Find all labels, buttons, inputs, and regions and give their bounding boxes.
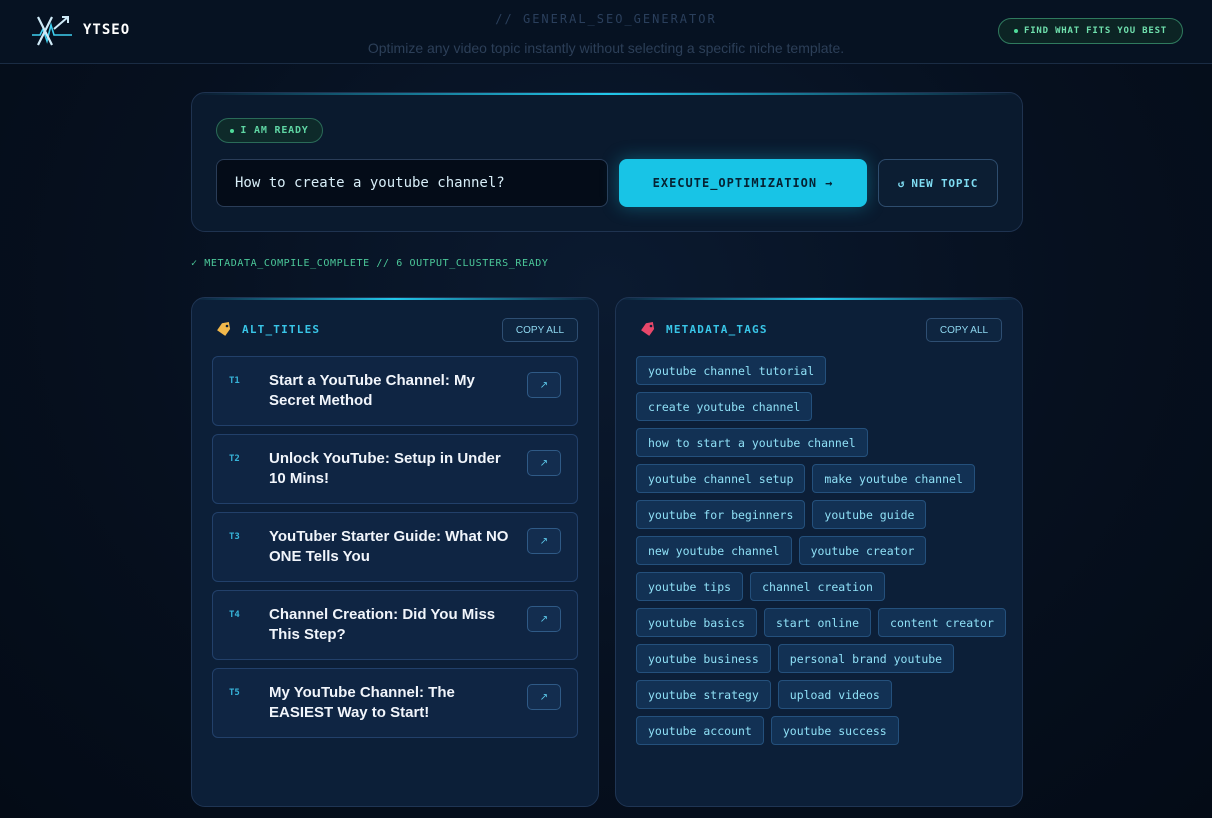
metadata-tags-title: METADATA_TAGS — [666, 322, 768, 336]
tag-chip[interactable]: start online — [763, 608, 872, 637]
title-text: YouTuber Starter Guide: What NO ONE Tell… — [269, 528, 509, 565]
tag-chip[interactable]: create youtube channel — [636, 392, 813, 421]
open-title-button[interactable]: ↗ — [527, 528, 561, 554]
tag-list: youtube channel tutorial create youtube … — [636, 356, 1006, 745]
title-item: T4 Channel Creation: Did You Miss This S… — [212, 590, 578, 660]
tag-chip[interactable]: personal brand youtube — [777, 644, 955, 673]
ready-dot-icon — [230, 128, 235, 133]
copy-all-titles-button[interactable]: COPY ALL — [502, 318, 578, 342]
open-title-button[interactable]: ↗ — [527, 684, 561, 710]
ready-badge: I AM READY — [216, 118, 323, 143]
title-index: T4 — [229, 610, 240, 620]
refresh-icon: ↺ — [897, 176, 906, 190]
tag-icon — [217, 322, 231, 336]
title-index: T2 — [229, 454, 240, 464]
tag-chip[interactable]: upload videos — [777, 680, 892, 709]
alt-titles-title: ALT_TITLES — [242, 322, 321, 336]
tag-chip[interactable]: youtube channel setup — [636, 464, 806, 493]
tag-chip[interactable]: youtube success — [770, 716, 899, 745]
title-index: T5 — [229, 688, 240, 698]
title-item: T5 My YouTube Channel: The EASIEST Way t… — [212, 668, 578, 738]
metadata-tags-panel: METADATA_TAGS COPY ALL youtube channel t… — [615, 297, 1023, 807]
panel-glow-line — [616, 298, 1022, 300]
open-title-button[interactable]: ↗ — [527, 450, 561, 476]
external-arrow-icon: ↗ — [539, 535, 549, 547]
external-arrow-icon: ↗ — [539, 613, 549, 625]
open-title-button[interactable]: ↗ — [527, 372, 561, 398]
title-text: Channel Creation: Did You Miss This Step… — [269, 606, 496, 643]
label-icon — [641, 322, 655, 336]
panel-glow-line — [192, 298, 598, 300]
compile-status: ✓ METADATA_COMPILE_COMPLETE // 6 OUTPUT_… — [191, 258, 549, 269]
topic-input-card: I AM READY EXECUTE_OPTIMIZATION → ↺ NEW … — [191, 92, 1023, 232]
card-glow-line — [192, 93, 1022, 95]
tag-chip[interactable]: youtube strategy — [636, 680, 771, 709]
tag-chip[interactable]: content creator — [878, 608, 1006, 637]
app-header: YTSEO // GENERAL_SEO_GENERATOR Optimize … — [0, 0, 1212, 64]
find-fit-label: FIND WHAT FITS YOU BEST — [1023, 26, 1168, 36]
alt-titles-header: ALT_TITLES — [216, 321, 320, 337]
title-item: T2 Unlock YouTube: Setup in Under 10 Min… — [212, 434, 578, 504]
title-text: Unlock YouTube: Setup in Under 10 Mins! — [269, 450, 501, 487]
copy-all-tags-button[interactable]: COPY ALL — [926, 318, 1002, 342]
tag-chip[interactable]: youtube channel tutorial — [636, 356, 827, 385]
tag-chip[interactable]: youtube business — [636, 644, 771, 673]
metadata-tags-header: METADATA_TAGS — [640, 321, 768, 337]
tag-chip[interactable]: youtube creator — [798, 536, 927, 565]
external-arrow-icon: ↗ — [539, 691, 549, 703]
ready-badge-label: I AM READY — [240, 125, 309, 136]
title-text: My YouTube Channel: The EASIEST Way to S… — [269, 684, 455, 721]
arrow-right-icon: → — [825, 176, 834, 190]
tag-chip[interactable]: new youtube channel — [636, 536, 792, 565]
tag-chip[interactable]: youtube basics — [636, 608, 757, 637]
title-index: T1 — [229, 376, 240, 386]
title-index: T3 — [229, 532, 240, 542]
title-item: T1 Start a YouTube Channel: My Secret Me… — [212, 356, 578, 426]
title-text: Start a YouTube Channel: My Secret Metho… — [269, 372, 475, 409]
find-fit-button[interactable]: FIND WHAT FITS YOU BEST — [998, 18, 1183, 44]
alt-titles-list: T1 Start a YouTube Channel: My Secret Me… — [212, 356, 578, 746]
status-dot-icon — [1013, 29, 1018, 33]
title-item: T3 YouTuber Starter Guide: What NO ONE T… — [212, 512, 578, 582]
topic-input[interactable] — [216, 159, 608, 207]
new-topic-label: NEW TOPIC — [911, 176, 979, 190]
tag-chip[interactable]: make youtube channel — [812, 464, 975, 493]
alt-titles-panel: ALT_TITLES COPY ALL T1 Start a YouTube C… — [191, 297, 599, 807]
execute-label: EXECUTE_OPTIMIZATION — [652, 176, 818, 190]
tag-chip[interactable]: youtube for beginners — [636, 500, 806, 529]
tag-chip[interactable]: channel creation — [750, 572, 885, 601]
tag-chip[interactable]: youtube guide — [812, 500, 927, 529]
open-title-button[interactable]: ↗ — [527, 606, 561, 632]
tag-chip[interactable]: how to start a youtube channel — [636, 428, 868, 457]
external-arrow-icon: ↗ — [539, 457, 549, 469]
new-topic-button[interactable]: ↺ NEW TOPIC — [878, 159, 998, 207]
external-arrow-icon: ↗ — [539, 379, 549, 391]
tag-chip[interactable]: youtube tips — [636, 572, 744, 601]
execute-optimization-button[interactable]: EXECUTE_OPTIMIZATION → — [619, 159, 867, 207]
tag-chip[interactable]: youtube account — [636, 716, 764, 745]
